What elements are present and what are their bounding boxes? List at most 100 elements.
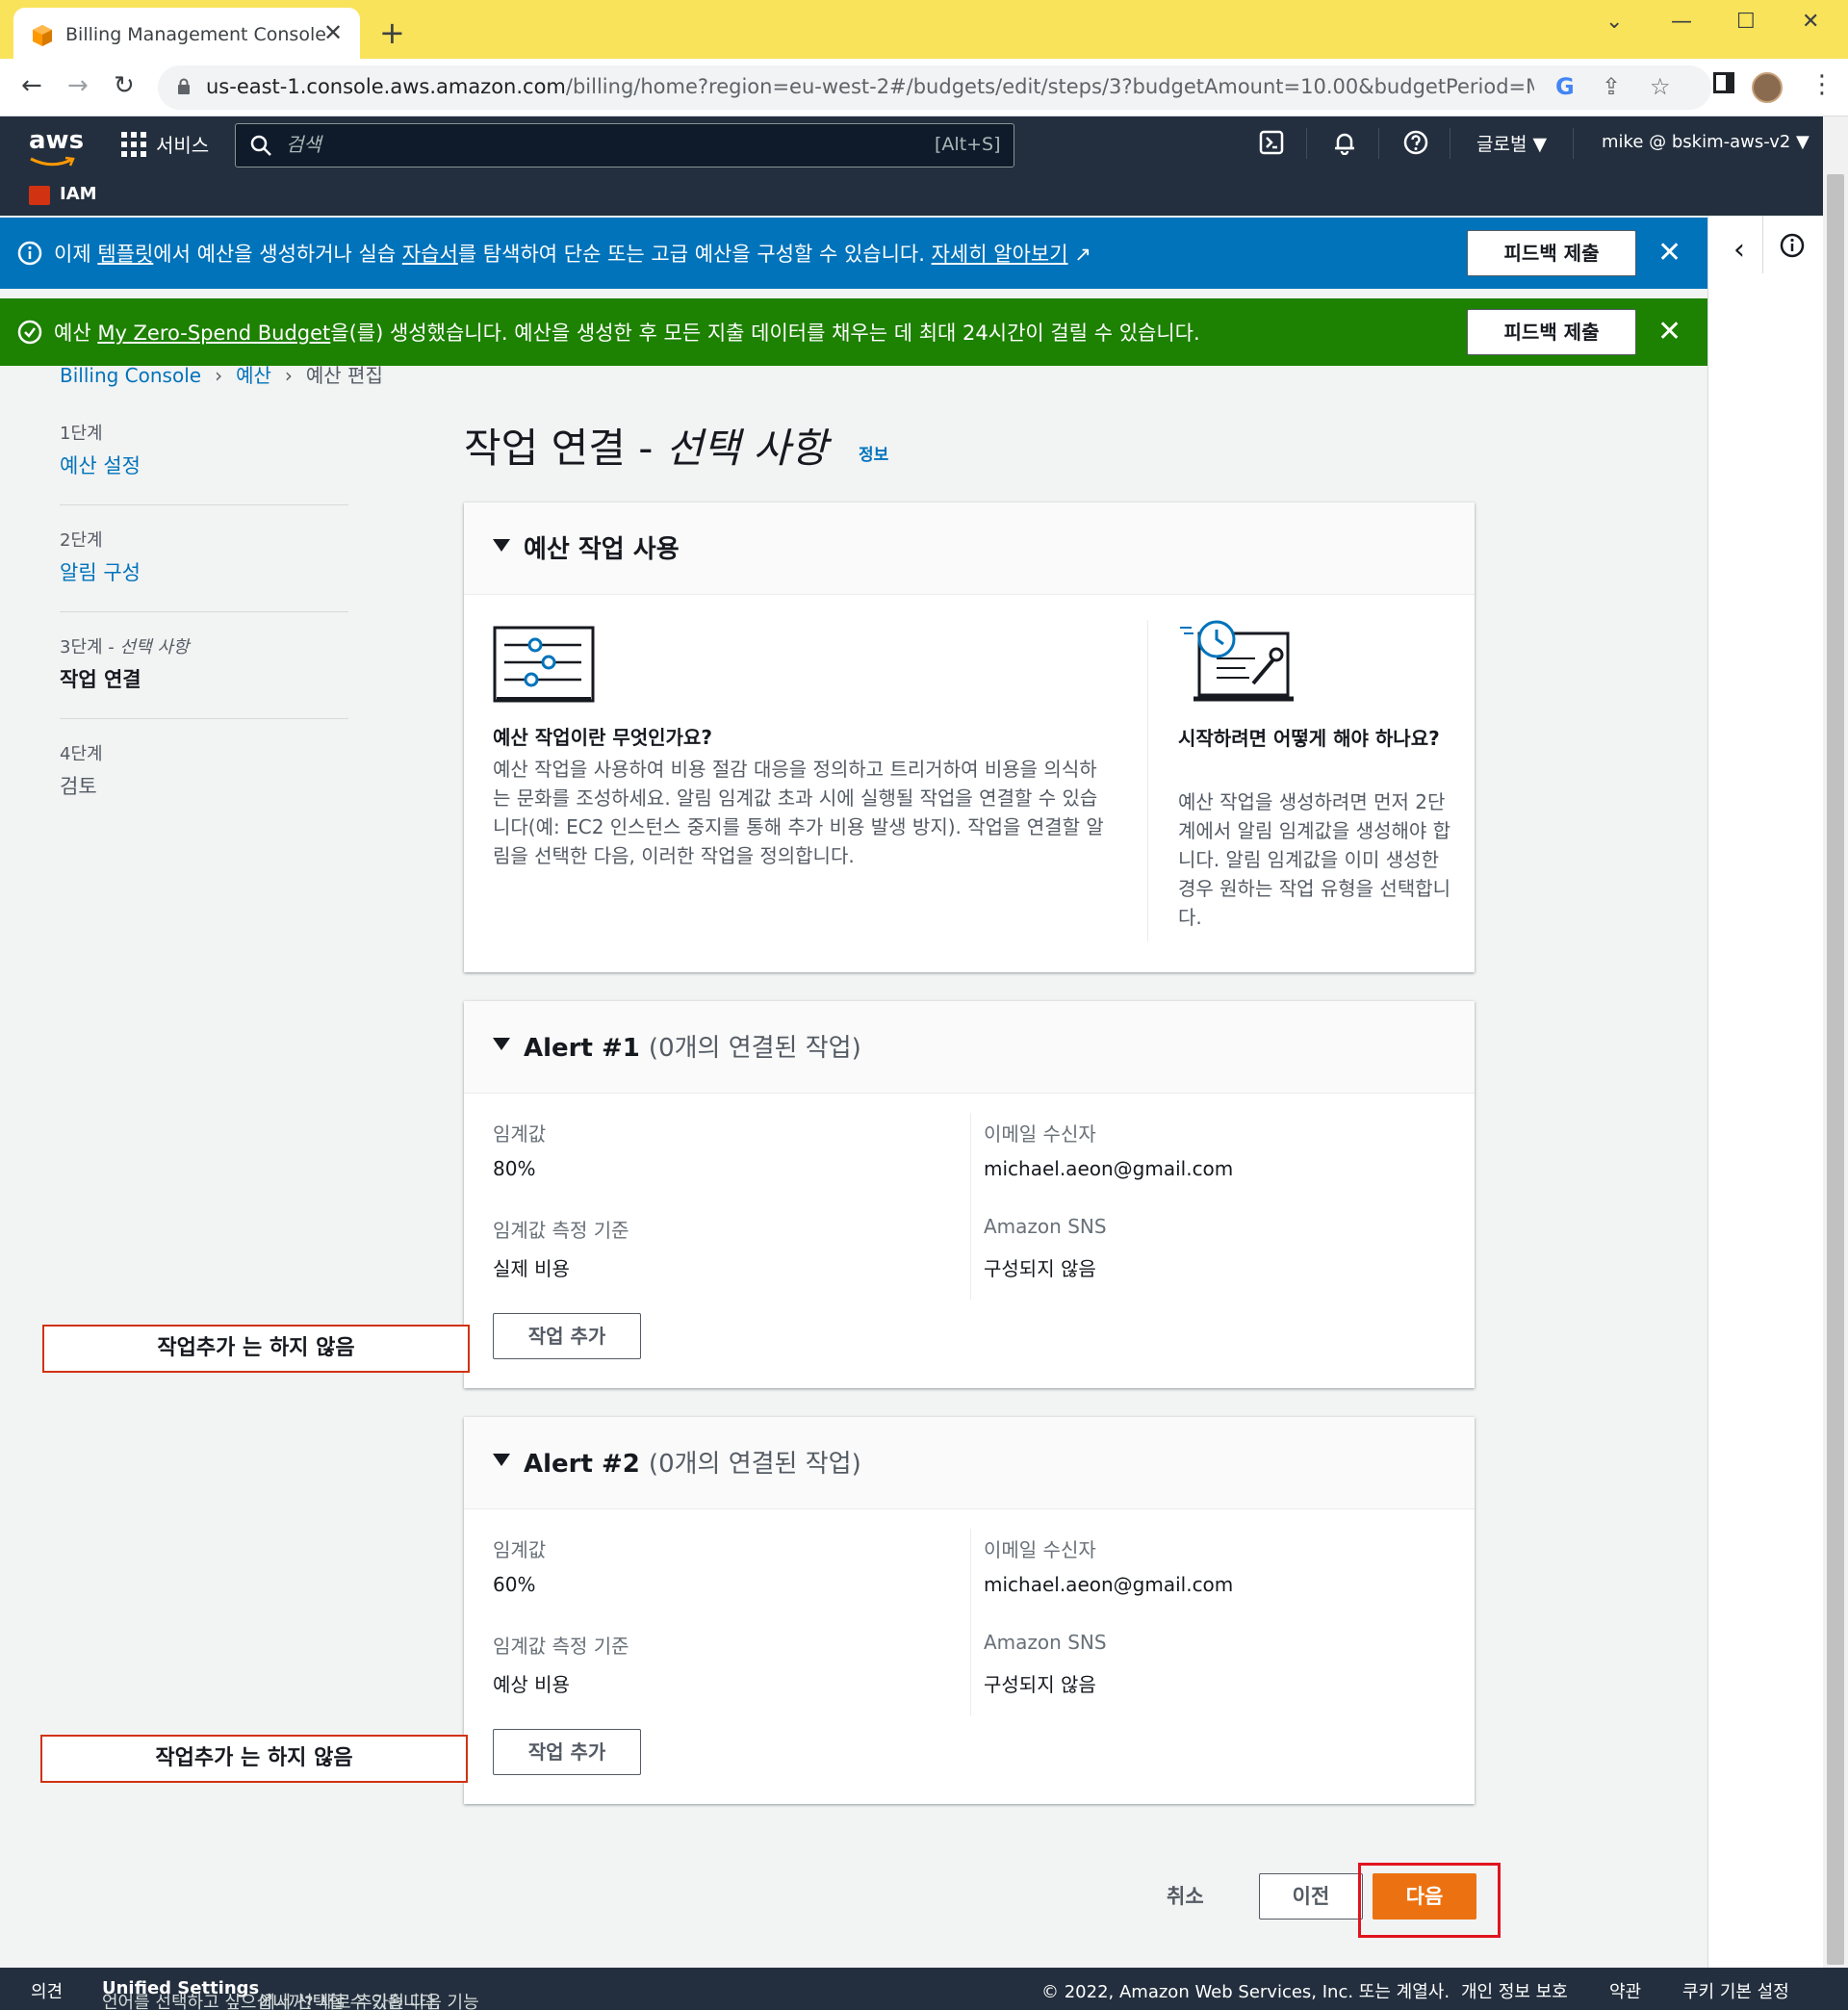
cloudshell-icon[interactable] [1259, 130, 1284, 155]
annotation-note: 작업추가 는 하지 않음 [40, 1735, 468, 1783]
step-1-link[interactable]: 예산 설정 [60, 451, 348, 479]
email-recipients-label: 이메일 수신자 [984, 1538, 1096, 1561]
add-action-button[interactable]: 작업 추가 [493, 1729, 641, 1775]
services-grid-icon[interactable] [121, 132, 146, 157]
aws-logo[interactable]: aws [29, 126, 84, 155]
info-flash-message: 이제 템플릿에서 예산을 생성하거나 실습 자습서를 탐색하여 단순 또는 고급… [54, 239, 1091, 268]
threshold-value: 60% [493, 1573, 536, 1596]
learn-more-link[interactable]: 자세히 알아보기 [932, 243, 1068, 266]
search-shortcut-hint: [Alt+S] [935, 134, 1001, 155]
info-flash-middle: 에서 예산을 생성하거나 실습 [153, 243, 402, 266]
how-to-start-body: 예산 작업을 생성하려면 먼저 2단계에서 알림 임계값을 생성해야 합니다. … [1178, 790, 1451, 929]
info-flashbar: 이제 템플릿에서 예산을 생성하거나 실습 자습서를 탐색하여 단순 또는 고급… [0, 218, 1707, 289]
nav-separator [1378, 128, 1379, 159]
privacy-link[interactable]: 개인 정보 보호 [1461, 1978, 1568, 2003]
page-title: 작업 연결 - 선택 사항 [464, 416, 828, 475]
step-4-label: 검토 [60, 775, 97, 798]
tab-search-chevron-icon[interactable]: ⌄ [1605, 10, 1623, 34]
sns-label: Amazon SNS [984, 1215, 1107, 1238]
alert-title-text: Alert #2 [524, 1450, 640, 1479]
account-menu[interactable]: mike @ bskim-aws-v2 ▼ [1602, 132, 1810, 152]
google-lens-icon[interactable]: G [1555, 73, 1575, 100]
threshold-basis-value: 예상 비용 [493, 1673, 570, 1696]
panel-header[interactable]: 예산 작업 사용 [464, 502, 1475, 595]
reload-icon[interactable]: ↻ [114, 73, 135, 98]
threshold-basis-label: 임계값 측정 기준 [493, 1635, 629, 1658]
budget-name-link[interactable]: My Zero-Spend Budget [97, 322, 330, 345]
region-selector[interactable]: 글로벌 ▼ [1476, 130, 1547, 156]
address-bar[interactable]: us-east-1.console.aws.amazon.com/billing… [158, 65, 1711, 110]
lock-icon [178, 78, 190, 94]
notifications-bell-icon[interactable] [1332, 130, 1357, 155]
breadcrumb-budgets[interactable]: 예산 [236, 364, 271, 387]
page-scrollbar[interactable] [1823, 116, 1848, 1968]
browser-menu-icon[interactable]: ⋮ [1810, 70, 1835, 99]
info-flash-close-icon[interactable]: ✕ [1657, 239, 1681, 268]
back-icon[interactable]: ← [21, 73, 42, 98]
browser-tab[interactable]: Billing Management Console ✕ [13, 8, 360, 59]
step-2-number: 2단계 [60, 530, 103, 551]
step-2-link[interactable]: 알림 구성 [60, 557, 348, 586]
search-input[interactable] [286, 132, 883, 159]
success-feedback-button[interactable]: 피드백 제출 [1467, 309, 1636, 355]
success-flashbar: 예산 My Zero-Spend Budget을(를) 생성했습니다. 예산을 … [0, 298, 1707, 366]
templates-link[interactable]: 템플릿 [97, 243, 153, 266]
step-4-number: 4단계 [60, 744, 103, 764]
help-panel-strip: ‹ [1707, 216, 1823, 1968]
side-panel-icon[interactable] [1713, 72, 1734, 93]
scroll-thumb[interactable] [1827, 174, 1844, 1965]
window-close-icon[interactable]: ✕ [1802, 10, 1819, 34]
tab-close-icon[interactable]: ✕ [323, 19, 343, 46]
info-link[interactable]: 정보 [859, 441, 888, 465]
success-flash-close-icon[interactable]: ✕ [1657, 318, 1681, 347]
info-feedback-button[interactable]: 피드백 제출 [1467, 230, 1636, 276]
info-panel-icon[interactable] [1780, 233, 1805, 258]
column-divider [1147, 620, 1148, 941]
email-recipients-value: michael.aeon@gmail.com [984, 1573, 1234, 1596]
success-check-icon [17, 320, 42, 345]
info-flash-prefix: 이제 [54, 243, 98, 266]
previous-button[interactable]: 이전 [1259, 1873, 1363, 1920]
profile-avatar[interactable] [1752, 72, 1783, 103]
caret-down-icon[interactable] [493, 1038, 510, 1050]
sns-label: Amazon SNS [984, 1631, 1107, 1654]
budget-actions-panel: 예산 작업 사용 예산 작업이란 무엇인가요? 예산 작업을 사용하여 비용 절… [464, 502, 1475, 972]
how-to-start-title: 시작하려면 어떻게 해야 하나요? [1178, 727, 1440, 750]
search-box[interactable]: [Alt+S] [235, 123, 1014, 168]
panel-header[interactable]: Alert #1 (0개의 연결된 작업) [464, 1001, 1475, 1094]
favorite-iam-link[interactable]: IAM [60, 184, 97, 204]
chevron-right-icon: › [284, 364, 293, 387]
chevron-left-icon[interactable]: ‹ [1733, 233, 1745, 267]
laptop-wrench-illustration-icon [1180, 620, 1294, 702]
breadcrumb: Billing Console › 예산 › 예산 편집 [60, 360, 383, 388]
threshold-basis-label: 임계값 측정 기준 [493, 1219, 629, 1242]
cookie-preferences-link[interactable]: 쿠키 기본 설정 [1682, 1978, 1789, 2003]
caret-down-icon[interactable] [493, 1454, 510, 1466]
step-divider [60, 611, 348, 612]
step-divider [60, 504, 348, 505]
email-recipients-label: 이메일 수신자 [984, 1122, 1096, 1146]
iam-service-icon [29, 186, 50, 205]
services-menu[interactable]: 서비스 [156, 130, 209, 158]
feedback-link[interactable]: 의견 [31, 1978, 63, 2003]
cancel-button[interactable]: 취소 [1167, 1881, 1204, 1910]
panel-header[interactable]: Alert #2 (0개의 연결된 작업) [464, 1417, 1475, 1509]
breadcrumb-billing-console[interactable]: Billing Console [60, 364, 201, 387]
new-tab-icon[interactable]: + [379, 17, 405, 48]
step-divider [60, 718, 348, 719]
minimize-icon[interactable]: — [1671, 10, 1692, 34]
next-button[interactable]: 다음 [1373, 1873, 1476, 1920]
bookmark-star-icon[interactable]: ☆ [1650, 73, 1671, 100]
forward-icon[interactable]: → [67, 73, 89, 98]
caret-down-icon[interactable] [493, 539, 510, 552]
threshold-label: 임계값 [493, 1122, 547, 1146]
aws-favicon-icon [33, 25, 52, 46]
terms-link[interactable]: 약관 [1609, 1978, 1641, 2003]
help-question-icon[interactable] [1403, 130, 1428, 155]
breadcrumb-edit-budget: 예산 편집 [305, 364, 383, 387]
maximize-icon[interactable]: ☐ [1736, 10, 1756, 34]
share-icon[interactable]: ⇪ [1602, 73, 1621, 100]
add-action-button[interactable]: 작업 추가 [493, 1313, 641, 1359]
email-recipients-value: michael.aeon@gmail.com [984, 1157, 1234, 1180]
tutorials-link[interactable]: 자습서 [402, 243, 458, 266]
